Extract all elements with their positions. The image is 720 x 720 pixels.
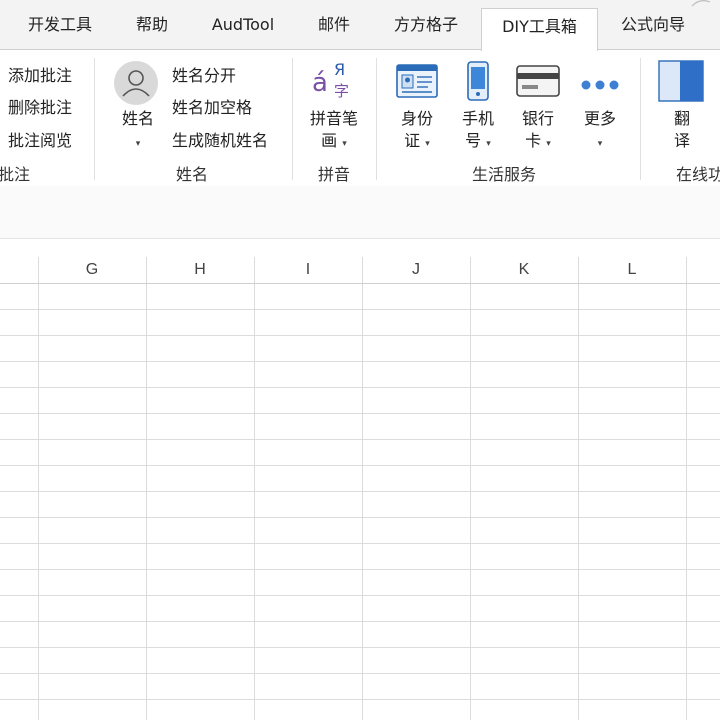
grid-row-line	[0, 673, 720, 674]
pinyin-stroke-button[interactable]: 拼音笔 画 ▾	[304, 108, 364, 155]
ribbon-panel: 添加批注 删除批注 批注阅览 批注 姓名 ▾ 姓名分开 姓名加空格 生成随机姓名…	[0, 49, 720, 187]
column-header-i[interactable]: I	[254, 257, 362, 283]
chevron-down-icon: ▾	[425, 139, 430, 149]
grid-column-line	[578, 257, 579, 720]
group-separator	[292, 58, 293, 180]
chevron-down-icon: ▾	[135, 139, 141, 149]
grid-row-line	[0, 335, 720, 336]
ribbon-decoration-icon	[691, 0, 711, 7]
bank-card-label-line1: 银行	[521, 109, 554, 128]
grid-row-line	[0, 491, 720, 492]
grid-row-line	[0, 413, 720, 414]
bank-card-label-line2: 卡	[525, 131, 542, 150]
name-group-label: 姓名	[176, 165, 209, 184]
pinyin-button-label-line2: 画	[321, 131, 338, 150]
grid-column-line	[146, 257, 147, 720]
grid-row-line	[0, 647, 720, 648]
group-separator	[376, 58, 377, 180]
bank-card-button[interactable]: 银行 卡 ▾	[514, 108, 562, 155]
grid-column-line	[254, 257, 255, 720]
grid-row-line	[0, 517, 720, 518]
formula-bar-area[interactable]	[0, 186, 720, 239]
column-header-g[interactable]: G	[38, 257, 146, 283]
split-name-button[interactable]: 姓名分开	[172, 62, 236, 86]
name-add-space-button[interactable]: 姓名加空格	[172, 94, 252, 118]
grid-row-line	[0, 699, 720, 700]
grid-row-line	[0, 387, 720, 388]
tab-diy-toolbox[interactable]: DIY工具箱	[481, 8, 598, 51]
pinyin-group-label: 拼音	[318, 165, 351, 184]
grid-row-line	[0, 595, 720, 596]
group-separator	[94, 58, 95, 180]
grid-column-line	[362, 257, 363, 720]
grid-column-line	[470, 257, 471, 720]
column-header-k[interactable]: K	[470, 257, 578, 283]
id-card-label-line2: 证	[404, 131, 421, 150]
column-header-h[interactable]: H	[146, 257, 254, 283]
group-separator	[640, 58, 641, 180]
pinyin-icon: á Я 字	[312, 60, 354, 102]
grid-row-line	[0, 543, 720, 544]
online-group-label: 在线功	[676, 165, 720, 184]
name-button-label: 姓名	[121, 109, 154, 128]
spreadsheet-grid[interactable]: G H I J K L	[0, 257, 720, 720]
pinyin-button-label-line1: 拼音笔	[309, 109, 358, 128]
bank-card-icon	[516, 64, 560, 98]
mobile-label-line1: 手机	[461, 109, 494, 128]
chevron-down-icon: ▾	[597, 139, 603, 149]
grid-column-line	[686, 257, 687, 720]
translate-button[interactable]: 翻 译	[662, 108, 702, 152]
chevron-down-icon: ▾	[546, 139, 551, 149]
grid-row-line	[0, 621, 720, 622]
life-services-group-label: 生活服务	[472, 165, 537, 184]
tab-help[interactable]: 帮助	[120, 8, 184, 42]
grid-row-line	[0, 569, 720, 570]
id-card-icon	[396, 62, 438, 100]
pinyin-icon-ya: Я	[334, 60, 346, 79]
tab-fangfang-gezi[interactable]: 方方格子	[380, 8, 472, 42]
translate-icon	[658, 60, 704, 102]
tab-developer-tools[interactable]: 开发工具	[14, 8, 106, 42]
mobile-number-button[interactable]: 手机 号 ▾	[454, 108, 502, 155]
name-button[interactable]: 姓名 ▾	[116, 108, 160, 155]
tab-formula-wizard[interactable]: 公式向导	[606, 8, 700, 42]
pinyin-icon-a: á	[312, 68, 328, 98]
column-header-l[interactable]: L	[578, 257, 686, 283]
pinyin-icon-zi: 字	[334, 82, 350, 100]
mobile-phone-icon	[465, 60, 491, 102]
ribbon-tab-bar: 开发工具 帮助 AudTool 邮件 方方格子 DIY工具箱 公式向导	[0, 0, 720, 51]
tab-mail[interactable]: 邮件	[302, 8, 366, 42]
grid-row-line	[0, 361, 720, 362]
chevron-down-icon: ▾	[486, 139, 491, 149]
tab-audtool[interactable]: AudTool	[198, 8, 288, 42]
person-avatar-icon	[113, 60, 159, 106]
more-dots-icon	[580, 76, 620, 90]
grid-row-line	[0, 439, 720, 440]
id-card-label-line1: 身份	[400, 109, 433, 128]
column-header-j[interactable]: J	[362, 257, 470, 283]
grid-row-line	[0, 465, 720, 466]
delete-comment-button[interactable]: 删除批注	[8, 94, 72, 118]
translate-label-line2: 译	[673, 131, 690, 150]
id-card-button[interactable]: 身份 证 ▾	[392, 108, 442, 155]
review-comments-button[interactable]: 批注阅览	[8, 127, 72, 151]
add-comment-button[interactable]: 添加批注	[8, 62, 72, 86]
translate-label-line1: 翻	[673, 109, 690, 128]
comments-group-label: 批注	[0, 165, 31, 184]
more-button[interactable]: 更多 ▾	[578, 108, 622, 155]
chevron-down-icon: ▾	[342, 139, 347, 149]
more-label: 更多	[583, 109, 616, 128]
mobile-label-line2: 号	[465, 131, 482, 150]
sheet-top-spacer	[0, 239, 720, 257]
random-name-button[interactable]: 生成随机姓名	[172, 127, 268, 151]
grid-row-line	[0, 309, 720, 310]
grid-column-line	[38, 257, 39, 720]
column-header-bottom-line	[0, 283, 720, 284]
